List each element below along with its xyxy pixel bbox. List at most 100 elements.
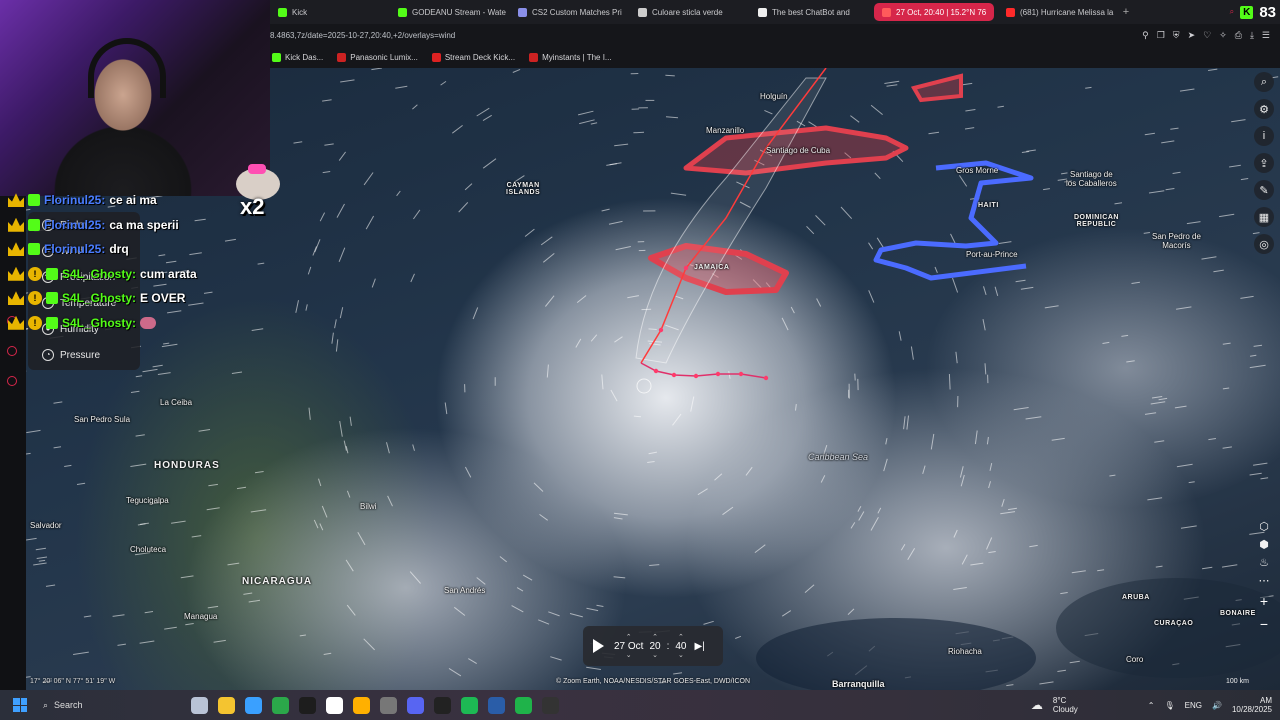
sidebar-icon[interactable] (7, 376, 17, 386)
shield-icon[interactable]: ⛨ (1173, 30, 1180, 41)
tab-zoom-earth[interactable]: 27 Oct, 20:40 | 15.2°N 76 (874, 3, 994, 21)
wind-streak (73, 651, 89, 655)
wind-streak (334, 319, 337, 329)
heart-icon[interactable]: ♡ (1203, 30, 1211, 41)
app-icon[interactable] (191, 696, 208, 714)
zoom-in-button[interactable]: + (1255, 592, 1273, 610)
wind-streak (516, 587, 524, 592)
volume-icon[interactable]: 🔊 (1212, 701, 1222, 710)
bookmark-stream-deck[interactable]: Stream Deck Kick... (431, 52, 516, 62)
search-icon[interactable]: ⌕ (1230, 7, 1234, 17)
app-icon[interactable] (407, 696, 424, 714)
tab-kick[interactable]: Kick (270, 0, 390, 24)
wind-streak (444, 402, 448, 415)
app-icon[interactable] (299, 696, 316, 714)
mic-icon[interactable]: 🎙 (1164, 701, 1174, 710)
download-icon[interactable]: ⤓ (1250, 30, 1254, 41)
play-icon[interactable] (593, 639, 604, 653)
app-icon[interactable] (272, 696, 289, 714)
wind-streak (858, 511, 865, 521)
layers-a-icon[interactable]: ⬡ (1259, 520, 1269, 533)
date-stepper[interactable]: ⌃ 27 Oct ⌄ (614, 633, 643, 660)
tab-cs2[interactable]: CS2 Custom Matches Pri (510, 0, 630, 24)
wind-streak (781, 610, 792, 617)
extensions-icon[interactable]: ✧ (1219, 30, 1227, 41)
bookmark-favicon (529, 52, 539, 62)
settings-icon[interactable]: ⚙ (1254, 99, 1274, 119)
wind-streak (870, 104, 883, 115)
app-icon[interactable] (245, 696, 262, 714)
app-icon[interactable] (488, 696, 505, 714)
skip-forward-icon[interactable]: ▶| (695, 641, 705, 652)
wind-streak (1176, 463, 1193, 468)
layer-pressure[interactable]: ◔ Pressure (28, 342, 140, 368)
tab-godeanu[interactable]: GODEANU Stream - Wate (390, 0, 510, 24)
grid-icon[interactable]: ▦ (1254, 207, 1274, 227)
haiti-watch-area (873, 160, 1034, 281)
bookmark-panasonic[interactable]: Panasonic Lumix... (337, 52, 418, 62)
fire-icon[interactable]: ♨ (1259, 556, 1269, 569)
wind-streak (410, 273, 415, 283)
app-icon[interactable] (326, 696, 343, 714)
wind-streak (135, 375, 143, 378)
app-icon[interactable] (515, 696, 532, 714)
app-icon[interactable] (434, 696, 451, 714)
place-label: Santiago de los Caballeros (1066, 170, 1117, 188)
new-tab-button[interactable]: + (1118, 6, 1134, 18)
app-icon[interactable] (380, 696, 397, 714)
wind-streak (231, 371, 243, 374)
clock[interactable]: AM 10/28/2025 (1232, 696, 1272, 714)
search-label: Search (54, 700, 83, 710)
wind-streak (982, 319, 986, 331)
zoom-out-button[interactable]: − (1255, 615, 1273, 633)
app-icon[interactable] (461, 696, 478, 714)
bookmark-label: Stream Deck Kick... (444, 52, 516, 62)
draw-icon[interactable]: ✎ (1254, 180, 1274, 200)
hour-stepper[interactable]: ⌃ 20 ⌄ (649, 633, 660, 660)
chat-message: ! S4L_Ghosty: (8, 311, 238, 336)
taskbar-search[interactable]: ⌕ Search (43, 693, 173, 717)
url-field[interactable]: 8.4863,7z/date=2025-10-27,20:40,+2/overl… (270, 31, 1142, 40)
app-icon[interactable] (353, 696, 370, 714)
search-icon[interactable]: ⌕ (1254, 72, 1274, 92)
place-label: Tegucigalpa (126, 496, 169, 505)
wind-streak (649, 564, 660, 566)
app-icon[interactable] (218, 696, 235, 714)
place-label: Manzanillo (706, 126, 745, 135)
wind-streak (1057, 669, 1066, 672)
bookmark-myinstants[interactable]: Myinstants | The I... (529, 52, 612, 62)
chevron-up-icon[interactable]: ⌃ (1148, 701, 1155, 710)
sidebar-icon[interactable] (7, 346, 17, 356)
tab-chatbot[interactable]: The best ChatBot and (750, 0, 870, 24)
wind-streak (994, 286, 999, 297)
tab-culoare[interactable]: Culoare sticla verde (630, 0, 750, 24)
pin-icon[interactable]: ⚲ (1142, 30, 1149, 41)
more-icon[interactable]: ⋯ (1259, 574, 1270, 587)
app-icon[interactable] (542, 696, 559, 714)
language-indicator[interactable]: ENG (1185, 701, 1202, 710)
wind-streak (922, 465, 926, 475)
tab-icon[interactable]: ❐ (1157, 30, 1165, 41)
minute-stepper[interactable]: ⌃ 40 ⌄ (675, 633, 686, 660)
info-icon[interactable]: i (1254, 126, 1274, 146)
wind-streak (690, 396, 695, 412)
weather-widget[interactable]: 8°C Cloudy (1053, 696, 1078, 714)
gauge-icon: ◔ (42, 349, 54, 361)
wind-streak (357, 531, 366, 546)
wind-streak (468, 658, 477, 665)
wind-streak (1154, 440, 1165, 443)
search-icon: ⌕ (43, 699, 49, 710)
wind-streak (38, 559, 46, 562)
locate-icon[interactable]: ◎ (1254, 234, 1274, 254)
camera-icon[interactable]: ⎙ (1235, 30, 1242, 41)
wind-streak (542, 253, 555, 263)
wind-streak (180, 575, 194, 579)
bookmark-kick-dashboard[interactable]: Kick Das... (272, 52, 323, 62)
windows-start-icon[interactable] (13, 698, 27, 712)
tab-youtube[interactable]: (681) Hurricane Melissa la (998, 0, 1118, 24)
share-icon[interactable]: ⇪ (1254, 153, 1274, 173)
layers-b-icon[interactable]: ⬢ (1259, 538, 1269, 551)
wind-streak (1202, 566, 1213, 570)
menu-icon[interactable]: ☰ (1262, 30, 1270, 41)
send-icon[interactable]: ➤ (1188, 30, 1196, 41)
